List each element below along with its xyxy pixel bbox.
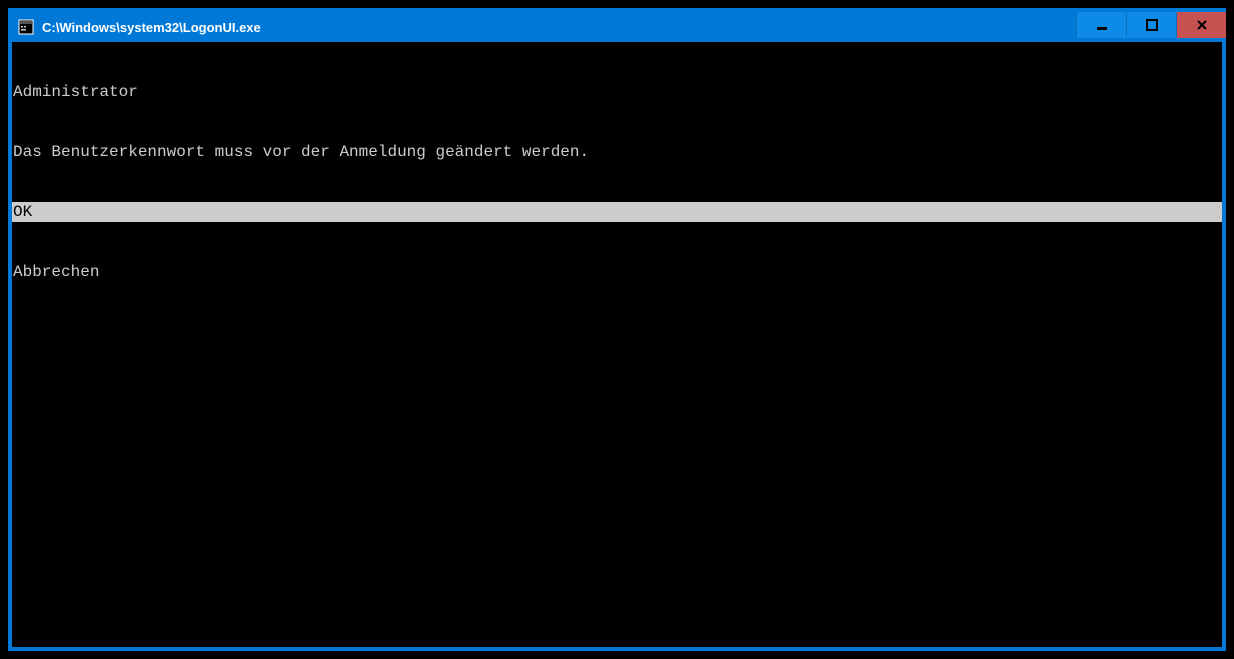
titlebar[interactable]: C:\Windows\system32\LogonUI.exe [12,12,1222,42]
console-client-area: Administrator Das Benutzerkennwort muss … [12,42,1222,647]
app-icon [18,19,34,35]
message-line: Das Benutzerkennwort muss vor der Anmeld… [12,142,1222,162]
console-window: C:\Windows\system32\LogonUI.exe Administ… [8,8,1226,651]
username-line: Administrator [12,82,1222,102]
minimize-button[interactable] [1076,12,1126,38]
ok-option[interactable]: OK [12,202,1222,222]
window-controls [1076,12,1226,38]
maximize-button[interactable] [1126,12,1176,38]
close-button[interactable] [1176,12,1226,38]
cancel-option[interactable]: Abbrechen [12,262,1222,282]
window-title: C:\Windows\system32\LogonUI.exe [42,20,1076,35]
